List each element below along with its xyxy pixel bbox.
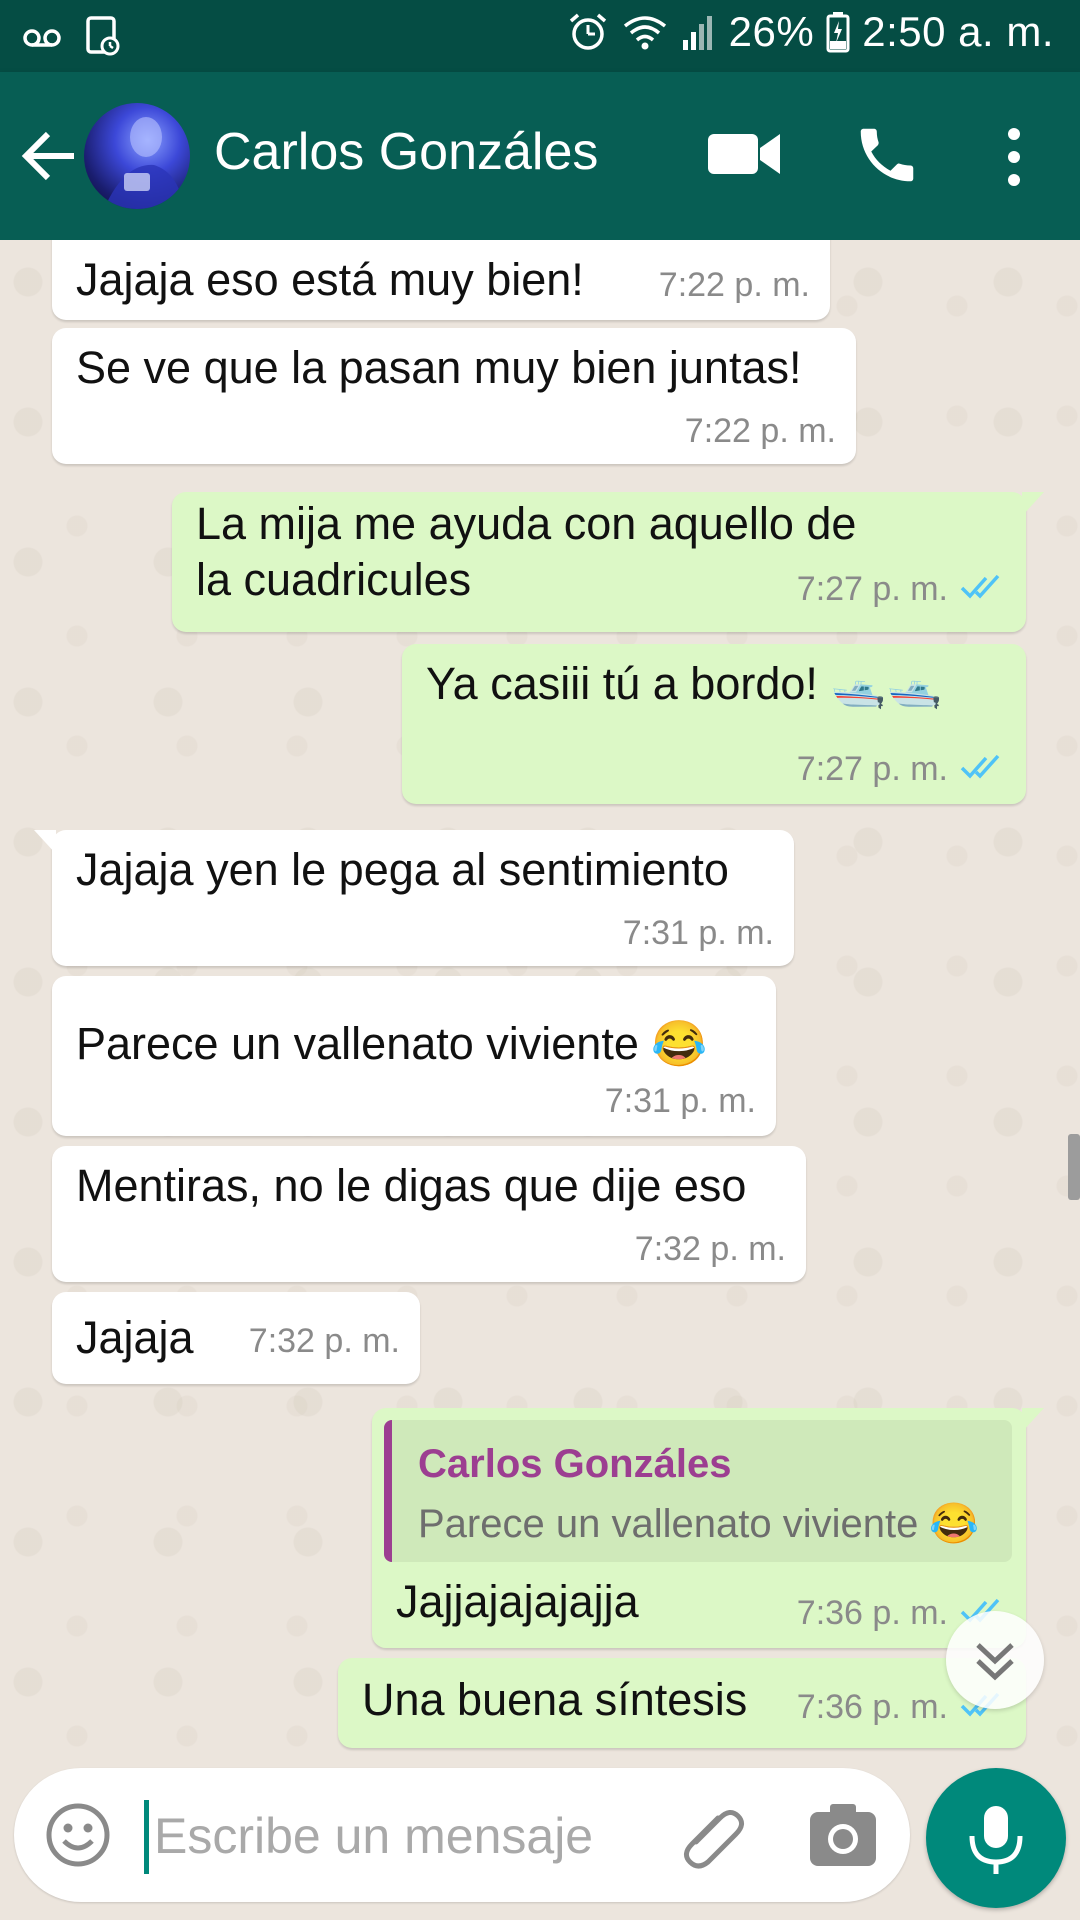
message-outgoing[interactable]: La mija me ayuda con aquello de la cuadr…: [172, 492, 1044, 632]
video-call-icon: [708, 134, 780, 174]
voice-message-button[interactable]: [926, 1768, 1066, 1908]
double-check-icon: [960, 574, 1000, 599]
phone-icon: [860, 128, 914, 182]
double-chevron-down-icon: [976, 1643, 1014, 1681]
message-time: 7:32 p. m.: [248, 1322, 400, 1360]
status-bar: 26% 2:50 a. m.: [0, 0, 1080, 72]
quoted-author: Carlos Gonzáles: [418, 1442, 732, 1486]
message-list[interactable]: Jajaja eso está muy bien! 7:22 p. m. Se …: [0, 240, 1080, 1760]
wifi-icon: [623, 16, 666, 50]
double-check-icon: [960, 754, 1000, 779]
attach-button[interactable]: [676, 1798, 750, 1872]
message-incoming[interactable]: Mentiras, no le digas que dije eso 7:32 …: [52, 1146, 806, 1282]
message-time: 7:22 p. m.: [684, 412, 836, 450]
scroll-to-bottom-button[interactable]: [946, 1611, 1044, 1709]
message-time: 7:27 p. m.: [796, 750, 948, 788]
emoji-button[interactable]: [44, 1801, 112, 1869]
more-vert-icon: [1008, 128, 1020, 186]
message-outgoing[interactable]: Ya casiii tú a bordo! 🛥️🛥️ 7:27 p. m.: [402, 644, 1026, 804]
message-time: 7:36 p. m.: [796, 1688, 948, 1726]
mic-icon: [969, 1806, 1023, 1874]
message-time: 7:32 p. m.: [634, 1230, 786, 1268]
message-input[interactable]: [154, 1798, 674, 1874]
message-text: Jajaja: [76, 1312, 194, 1363]
message-text: Se ve que la pasan muy bien juntas!: [76, 342, 802, 393]
message-time: 7:31 p. m.: [604, 1082, 756, 1120]
message-text: Jajjajajajajja: [396, 1576, 639, 1627]
message-incoming[interactable]: Jajaja 7:32 p. m.: [52, 1292, 420, 1384]
message-text: Jajaja eso está muy bien!: [76, 254, 584, 305]
image-icon: [86, 16, 120, 56]
message-incoming[interactable]: Jajaja yen le pega al sentimiento 7:31 p…: [34, 830, 794, 966]
camera-button[interactable]: [808, 1802, 878, 1868]
voicemail-icon: [23, 29, 61, 47]
message-text: Una buena síntesis: [362, 1674, 748, 1725]
message-text-line: La mija me ayuda con aquello de: [196, 498, 857, 549]
quoted-text: Parece un vallenato viviente 😂: [418, 1502, 980, 1546]
message-incoming[interactable]: Jajaja eso está muy bien! 7:22 p. m.: [52, 240, 830, 320]
alarm-icon: [569, 13, 606, 50]
message-text-line: la cuadricules: [196, 554, 472, 605]
message-text: Ya casiii tú a bordo! 🛥️🛥️: [426, 658, 943, 709]
message-time: 7:36 p. m.: [796, 1594, 948, 1632]
paperclip-icon: [684, 1810, 744, 1869]
message-incoming[interactable]: Parece un vallenato viviente 😂 7:31 p. m…: [52, 976, 776, 1136]
back-button[interactable]: [18, 124, 82, 188]
message-outgoing[interactable]: Una buena síntesis 7:36 p. m.: [338, 1658, 1026, 1748]
clock: 2:50 a. m.: [862, 8, 1054, 55]
avatar[interactable]: [84, 103, 190, 209]
battery-icon: [826, 12, 850, 53]
battery-percent: 26%: [728, 8, 815, 55]
camera-icon: [810, 1804, 876, 1866]
message-time: 7:31 p. m.: [622, 914, 774, 952]
message-time: 7:22 p. m.: [658, 266, 810, 304]
chat-header: Carlos Gonzáles: [0, 72, 1080, 240]
text-cursor: [144, 1800, 149, 1874]
message-outgoing-reply[interactable]: Carlos Gonzáles Parece un vallenato vivi…: [372, 1408, 1044, 1648]
message-text: Mentiras, no le digas que dije eso: [76, 1160, 747, 1211]
video-call-button[interactable]: [706, 122, 782, 186]
signal-icon: [682, 16, 712, 50]
message-composer: [14, 1768, 910, 1902]
contact-name[interactable]: Carlos Gonzáles: [214, 122, 598, 182]
back-arrow-icon: [21, 131, 74, 181]
message-time: 7:27 p. m.: [796, 570, 948, 608]
more-options-button[interactable]: [992, 122, 1036, 192]
message-text: Jajaja yen le pega al sentimiento: [76, 844, 729, 895]
message-incoming[interactable]: Se ve que la pasan muy bien juntas! 7:22…: [52, 328, 856, 464]
scrollbar-thumb[interactable]: [1068, 1134, 1080, 1200]
message-text: Parece un vallenato viviente 😂: [76, 1018, 708, 1069]
quoted-message[interactable]: Carlos Gonzáles Parece un vallenato vivi…: [384, 1420, 1012, 1562]
voice-call-button[interactable]: [852, 120, 922, 190]
emoji-icon: [46, 1803, 110, 1867]
